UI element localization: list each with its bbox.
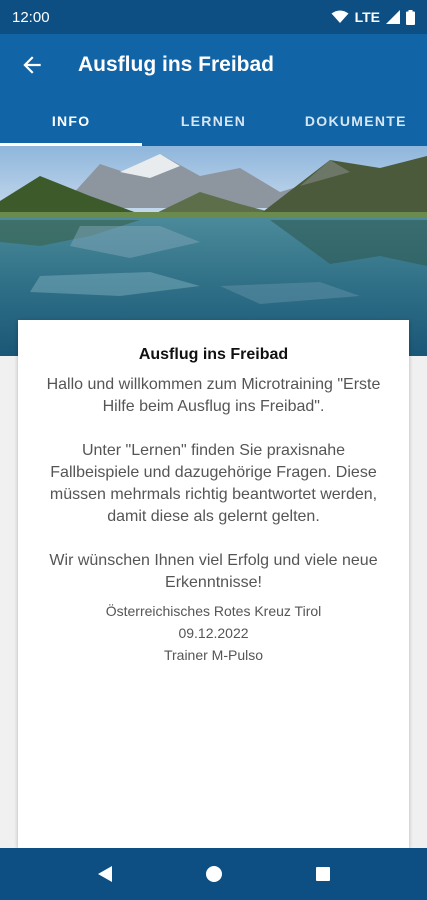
intro-text: Hallo und willkommen zum Microtraining "… [46,376,381,415]
tab-bar: INFO LERNEN DOKUMENTE [0,96,427,146]
nav-back-button[interactable] [85,854,125,894]
wifi-icon [331,10,349,23]
wish-text: Wir wünschen Ihnen viel Erfolg und viele… [49,552,378,591]
card-title: Ausflug ins Freibad [138,346,289,363]
organization-text: Österreichisches Rotes Kreuz Tirol [105,603,322,619]
network-type: LTE [354,9,380,25]
nav-home-button[interactable] [194,854,234,894]
tab-info[interactable]: INFO [0,96,143,146]
recents-square-icon [315,867,330,881]
system-nav-bar [0,848,427,900]
tab-lernen[interactable]: LERNEN [142,96,284,146]
status-time: 12:00 [12,8,50,26]
signal-icon [386,10,400,24]
lernen-info-text: Unter "Lernen" finden Sie praxisnahe Fal… [49,442,378,525]
home-circle-icon [205,866,222,882]
info-card: Ausflug ins Freibad Hallo und willkommen… [18,320,409,848]
page-title: Ausflug ins Freibad [78,53,275,76]
tab-dokumente[interactable]: DOKUMENTE [285,96,427,146]
date-text: 09.12.2022 [178,625,249,641]
nav-recents-button[interactable] [303,854,343,894]
back-button[interactable] [0,34,64,96]
app-bar: Ausflug ins Freibad [0,34,427,96]
arrow-left-icon [23,56,41,74]
battery-icon [406,9,415,25]
back-triangle-icon [97,866,112,882]
status-bar: 12:00 LTE [0,0,427,34]
trainer-text: Trainer M-Pulso [163,647,264,663]
